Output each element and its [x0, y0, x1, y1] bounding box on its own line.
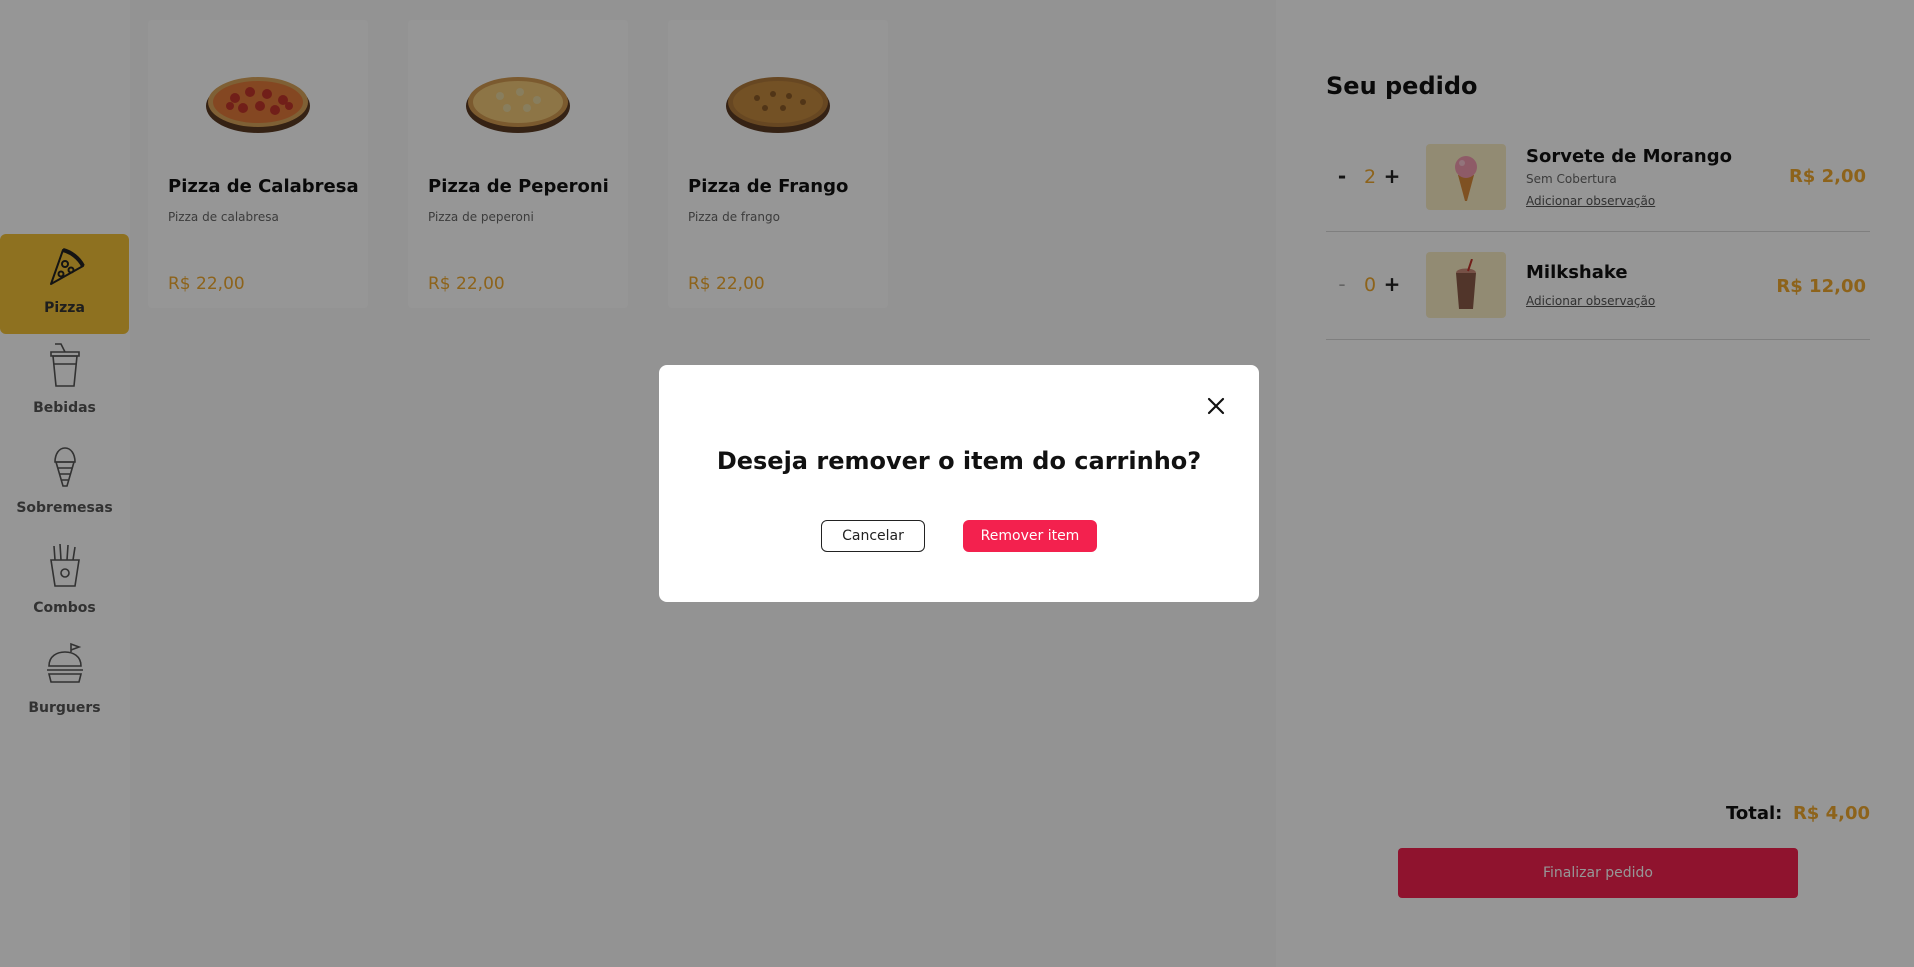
dialog-title: Deseja remover o item do carrinho?: [716, 447, 1202, 475]
remove-item-button[interactable]: Remover item: [963, 520, 1097, 552]
close-icon: [1207, 397, 1225, 415]
cancel-button[interactable]: Cancelar: [821, 520, 925, 552]
remove-item-dialog: Deseja remover o item do carrinho? Cance…: [659, 365, 1259, 602]
close-button[interactable]: [1205, 395, 1227, 417]
